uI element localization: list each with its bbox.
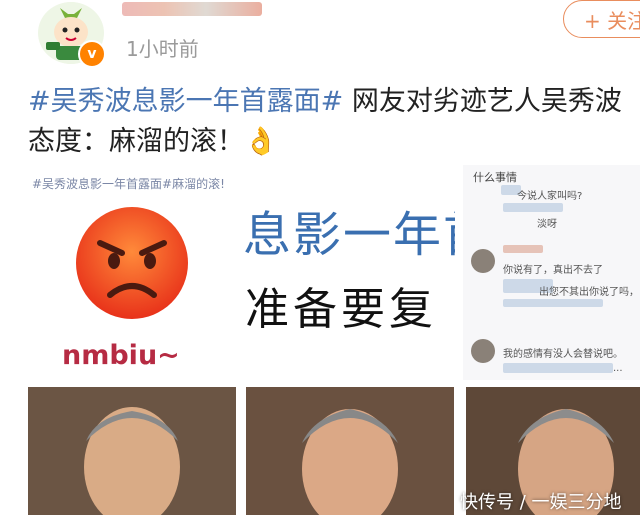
commenter-avatar xyxy=(471,339,495,363)
comment-title: 什么事情 xyxy=(473,171,517,184)
image-text-line1: 息影一年首 xyxy=(243,207,455,263)
comment-line: 淡呀 xyxy=(537,219,557,230)
post-time: 1小时前 xyxy=(126,37,199,61)
comment-line: 出您不其出你说了吗，... xyxy=(539,287,640,298)
portrait-image xyxy=(28,387,236,515)
commenter-avatar xyxy=(471,249,495,273)
post-image-3[interactable]: 什么事情 今说人家叫吗? 淡呀 你说有了，真出不去了 出您不其出你说了吗，...… xyxy=(463,165,640,380)
ok-emoji: 👌 xyxy=(244,126,278,157)
comment-line: 我的感情有没人会替说吧。 xyxy=(503,349,623,360)
verified-badge-icon: v xyxy=(78,40,106,68)
photo-1[interactable] xyxy=(28,387,236,515)
comment-line: ... xyxy=(613,363,623,374)
follow-button[interactable]: + 关注 xyxy=(563,0,640,38)
angry-face-icon xyxy=(76,207,188,319)
photo-2[interactable] xyxy=(246,387,454,515)
portrait-image xyxy=(246,387,454,515)
post-text: #吴秀波息影一年首露面# 网友对劣迹艺人吴秀波态度：麻溜的滚！👌 xyxy=(28,82,640,162)
image-text: nmbiu~ xyxy=(62,340,180,371)
comment-line: 今说人家叫吗? xyxy=(517,191,583,202)
topic-link[interactable]: #吴秀波息影一年首露面# xyxy=(28,86,343,117)
image-caption: #吴秀波息影一年首露面#麻溜的滚! xyxy=(32,177,225,191)
comment-line: 你说有了，真出不去了 xyxy=(503,265,603,276)
image-text-line2: 准备要复 xyxy=(245,284,437,335)
post-image-1[interactable]: #吴秀波息影一年首露面#麻溜的滚! nmbiu~ xyxy=(28,165,236,380)
username-blurred[interactable] xyxy=(122,2,262,16)
post-image-2[interactable]: 息影一年首 准备要复 xyxy=(243,165,455,380)
watermark: 快传号 / 一娱三分地 xyxy=(460,492,622,513)
